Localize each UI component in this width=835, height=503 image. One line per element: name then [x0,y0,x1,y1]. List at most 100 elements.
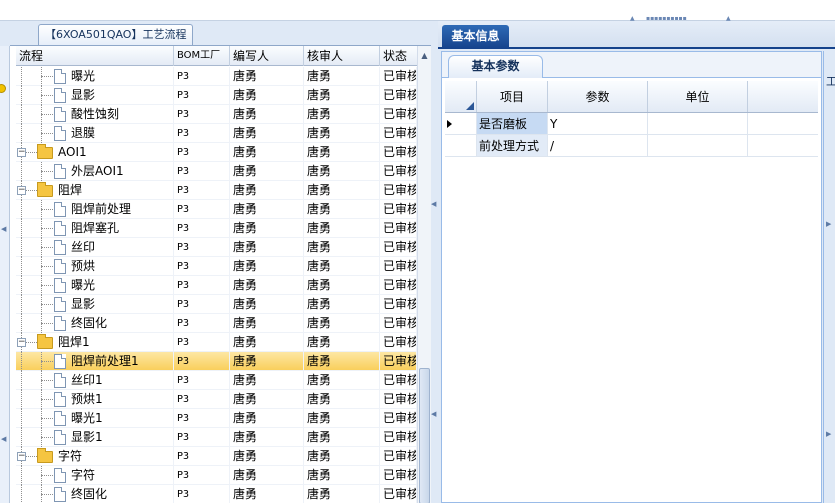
tree-row[interactable]: 显影1 P3 唐勇 唐勇 已审核 [16,428,417,447]
author-cell[interactable]: 唐勇 [230,447,304,466]
column-header-status[interactable]: 状态 [380,46,417,66]
bom-factory-cell[interactable]: P3 [174,238,230,257]
checker-cell[interactable]: 唐勇 [304,162,380,181]
param-row[interactable]: 前处理方式 / [445,135,818,157]
tree-row[interactable]: 丝印 P3 唐勇 唐勇 已审核 [16,238,417,257]
flow-cell[interactable]: 显影1 [16,428,174,447]
status-cell[interactable]: 已审核 [380,333,417,352]
status-cell[interactable]: 已审核 [380,86,417,105]
bom-factory-cell[interactable]: P3 [174,333,230,352]
author-cell[interactable]: 唐勇 [230,238,304,257]
checker-cell[interactable]: 唐勇 [304,238,380,257]
bom-factory-cell[interactable]: P3 [174,428,230,447]
bom-factory-cell[interactable]: P3 [174,485,230,503]
row-indicator[interactable] [445,113,477,134]
flow-cell[interactable]: 外层AOI1 [16,162,174,181]
checker-cell[interactable]: 唐勇 [304,409,380,428]
checker-cell[interactable]: 唐勇 [304,200,380,219]
status-cell[interactable]: 已审核 [380,181,417,200]
checker-cell[interactable]: 唐勇 [304,105,380,124]
status-cell[interactable]: 已审核 [380,390,417,409]
tree-row[interactable]: 退膜 P3 唐勇 唐勇 已审核 [16,124,417,143]
checker-cell[interactable]: 唐勇 [304,371,380,390]
flow-cell[interactable]: − 字符 [16,447,174,466]
author-cell[interactable]: 唐勇 [230,105,304,124]
status-cell[interactable]: 已审核 [380,257,417,276]
process-flow-tab[interactable]: 【6XOA501QAO】工艺流程 [38,24,194,45]
splitter-arrow-left-icon-2[interactable]: ◀ [431,411,436,418]
tree-row[interactable]: − AOI1 P3 唐勇 唐勇 已审核 [16,143,417,162]
checker-cell[interactable]: 唐勇 [304,143,380,162]
param-unit-cell[interactable] [648,113,748,134]
author-cell[interactable]: 唐勇 [230,466,304,485]
bom-factory-cell[interactable]: P3 [174,257,230,276]
tree-row[interactable]: 显影 P3 唐勇 唐勇 已审核 [16,86,417,105]
param-value-cell[interactable]: Y [548,113,648,134]
tree-row[interactable]: 曝光1 P3 唐勇 唐勇 已审核 [16,409,417,428]
author-cell[interactable]: 唐勇 [230,257,304,276]
author-cell[interactable]: 唐勇 [230,333,304,352]
flow-cell[interactable]: 酸性蚀刻 [16,105,174,124]
expand-right-arrow-icon-2[interactable]: ▶ [826,431,831,438]
author-cell[interactable]: 唐勇 [230,162,304,181]
checker-cell[interactable]: 唐勇 [304,124,380,143]
param-value-cell[interactable]: / [548,135,648,156]
flow-cell[interactable]: 字符 [16,466,174,485]
flow-cell[interactable]: 退膜 [16,124,174,143]
flow-cell[interactable]: 终固化 [16,314,174,333]
status-cell[interactable]: 已审核 [380,447,417,466]
tree-row[interactable]: 显影 P3 唐勇 唐勇 已审核 [16,295,417,314]
tree-row[interactable]: 阻焊前处理 P3 唐勇 唐勇 已审核 [16,200,417,219]
column-header-param[interactable]: 参数 [548,81,648,112]
bom-factory-cell[interactable]: P3 [174,409,230,428]
left-collapse-edge[interactable]: ◀ ◀ [0,46,10,503]
checker-cell[interactable]: 唐勇 [304,333,380,352]
panel-splitter[interactable]: ◀ ◀ [431,21,438,503]
bom-factory-cell[interactable]: P3 [174,181,230,200]
column-header-unit[interactable]: 单位 [648,81,748,112]
checker-cell[interactable]: 唐勇 [304,466,380,485]
checker-cell[interactable]: 唐勇 [304,314,380,333]
checker-cell[interactable]: 唐勇 [304,428,380,447]
flow-cell[interactable]: 阻焊前处理 [16,200,174,219]
bom-factory-cell[interactable]: P3 [174,105,230,124]
author-cell[interactable]: 唐勇 [230,200,304,219]
right-collapsed-edge[interactable]: 工 ▶ ▶ [823,51,835,503]
status-cell[interactable]: 已审核 [380,67,417,86]
bom-factory-cell[interactable]: P3 [174,86,230,105]
flow-cell[interactable]: 显影 [16,86,174,105]
collapse-toggle-icon[interactable]: − [17,186,26,195]
bom-factory-cell[interactable]: P3 [174,219,230,238]
tree-row[interactable]: − 字符 P3 唐勇 唐勇 已审核 [16,447,417,466]
status-cell[interactable]: 已审核 [380,352,417,371]
flow-cell[interactable]: 阻焊前处理1 [16,352,174,371]
tree-row[interactable]: − 阻焊 P3 唐勇 唐勇 已审核 [16,181,417,200]
flow-cell[interactable]: − 阻焊 [16,181,174,200]
status-cell[interactable]: 已审核 [380,124,417,143]
param-row[interactable]: 是否磨板 Y [445,113,818,135]
splitter-arrow-left-icon[interactable]: ◀ [431,201,436,208]
tab-basic-params[interactable]: 基本参数 [448,55,543,78]
status-cell[interactable]: 已审核 [380,371,417,390]
bom-factory-cell[interactable]: P3 [174,447,230,466]
status-cell[interactable]: 已审核 [380,276,417,295]
flow-cell[interactable]: − 阻焊1 [16,333,174,352]
collapse-toggle-icon[interactable]: − [17,452,26,461]
status-cell[interactable]: 已审核 [380,105,417,124]
status-cell[interactable]: 已审核 [380,200,417,219]
author-cell[interactable]: 唐勇 [230,371,304,390]
bom-factory-cell[interactable]: P3 [174,314,230,333]
param-item-cell[interactable]: 前处理方式 [477,135,548,156]
column-header-author[interactable]: 编写人 [230,46,304,66]
status-cell[interactable]: 已审核 [380,162,417,181]
status-cell[interactable]: 已审核 [380,238,417,257]
author-cell[interactable]: 唐勇 [230,124,304,143]
tree-row[interactable]: 丝印1 P3 唐勇 唐勇 已审核 [16,371,417,390]
tree-row[interactable]: 预烘 P3 唐勇 唐勇 已审核 [16,257,417,276]
column-header-item[interactable]: 项目 [477,81,548,112]
bom-factory-cell[interactable]: P3 [174,200,230,219]
author-cell[interactable]: 唐勇 [230,143,304,162]
flow-cell[interactable]: 曝光 [16,276,174,295]
author-cell[interactable]: 唐勇 [230,181,304,200]
collapse-toggle-icon[interactable]: − [17,338,26,347]
